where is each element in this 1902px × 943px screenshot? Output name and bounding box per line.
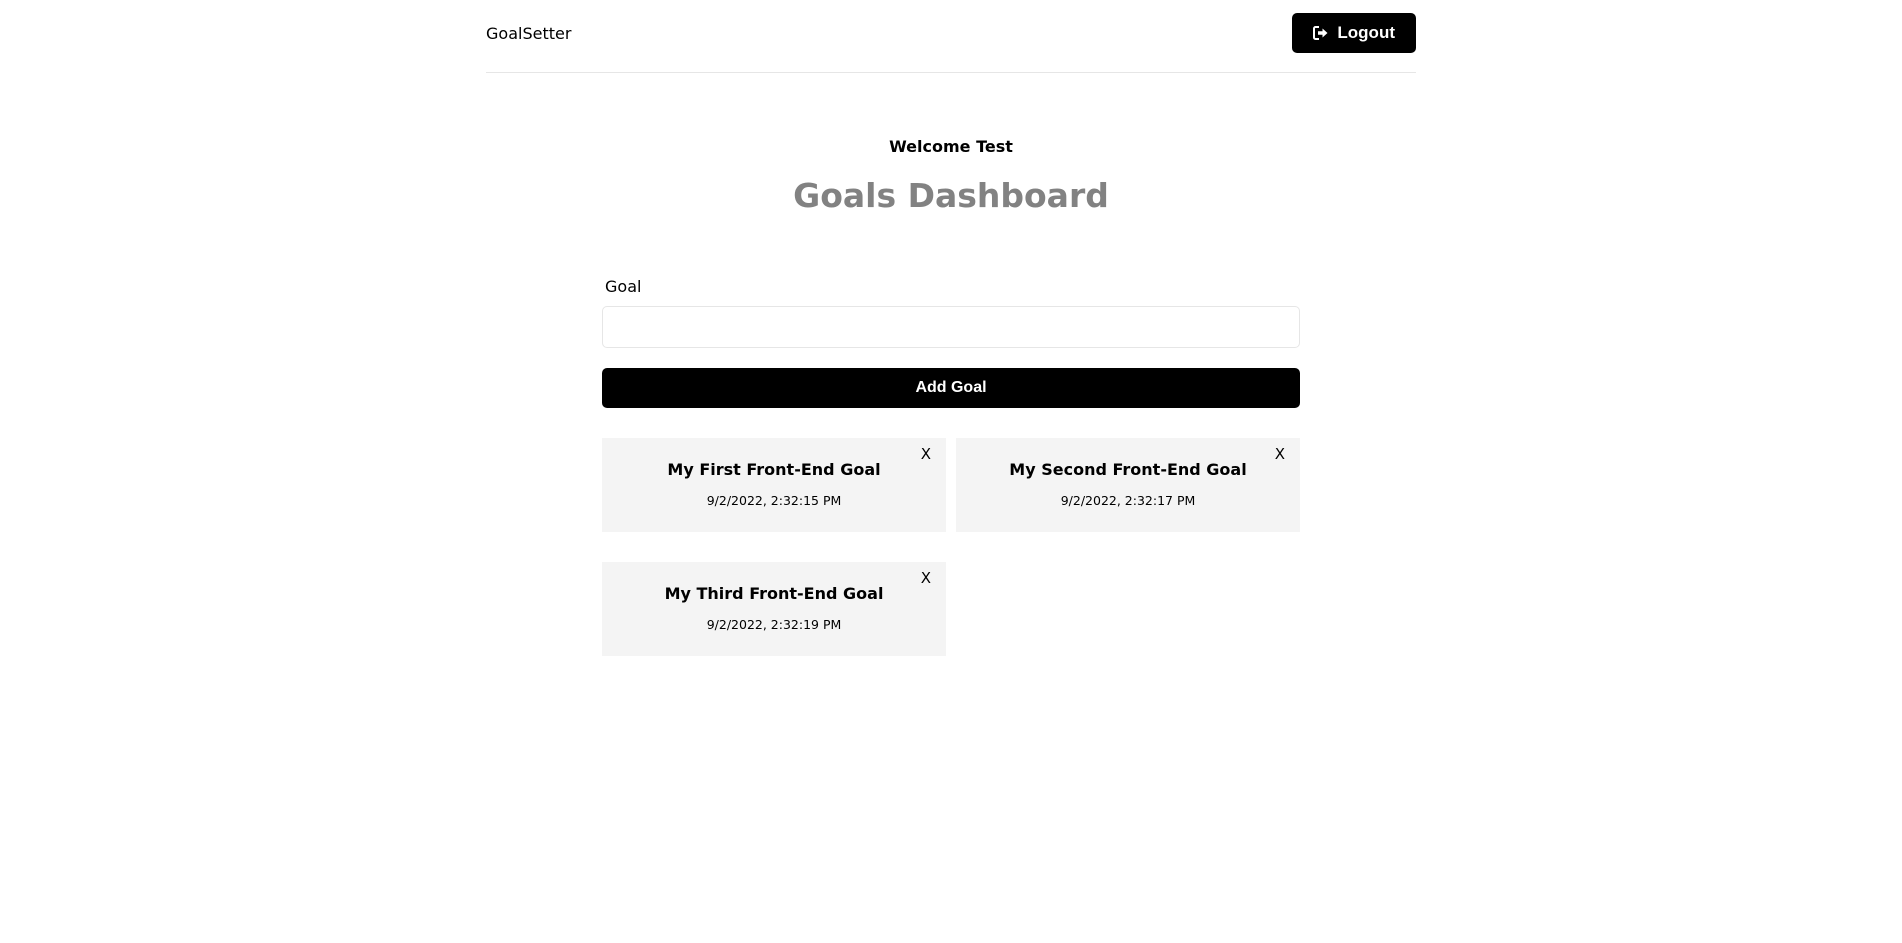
goal-input[interactable] [602,306,1300,348]
sign-out-icon [1313,26,1329,40]
logout-label: Logout [1337,23,1395,42]
page-title: Goals Dashboard [793,176,1109,215]
goals-list: My First Front-End Goal 9/2/2022, 2:32:1… [602,438,1300,656]
goal-card: My First Front-End Goal 9/2/2022, 2:32:1… [602,438,946,532]
heading-section: Welcome Test Goals Dashboard [486,137,1416,216]
delete-goal-button[interactable]: X [1275,445,1285,463]
goal-label: Goal [605,277,642,296]
logout-button[interactable]: Logout [1292,13,1416,53]
goal-date: 9/2/2022, 2:32:15 PM [706,493,842,508]
goal-card: My Second Front-End Goal 9/2/2022, 2:32:… [956,438,1300,532]
goal-date: 9/2/2022, 2:32:19 PM [706,617,842,632]
header: GoalSetter Logout [486,0,1416,73]
goal-title: My Second Front-End Goal [1009,460,1247,479]
goal-title: My Third Front-End Goal [664,584,884,603]
page: GoalSetter Logout Welcome Test Goals Das… [486,0,1416,656]
goal-form: Goal Add Goal [602,277,1300,408]
add-goal-button[interactable]: Add Goal [602,368,1300,408]
goal-date: 9/2/2022, 2:32:17 PM [1060,493,1196,508]
welcome-text: Welcome Test [889,137,1013,156]
brand-link[interactable]: GoalSetter [486,24,571,43]
delete-goal-button[interactable]: X [921,445,931,463]
goal-title: My First Front-End Goal [667,460,881,479]
delete-goal-button[interactable]: X [921,569,931,587]
goal-card: My Third Front-End Goal 9/2/2022, 2:32:1… [602,562,946,656]
